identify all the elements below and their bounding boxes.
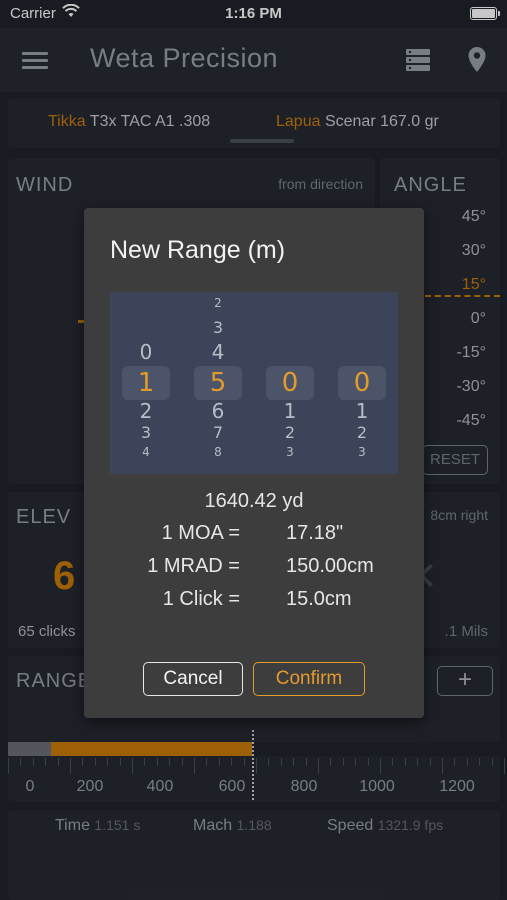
picker-digit-selected[interactable]: 0	[338, 368, 386, 398]
picker-digit[interactable]: 1	[266, 399, 314, 423]
range-yards: 1640.42 yd	[204, 490, 304, 512]
dialog-title: New Range (m)	[110, 236, 286, 264]
picker-digit[interactable]: 0	[122, 340, 170, 364]
cancel-button[interactable]: Cancel	[143, 662, 243, 696]
picker-digit-selected[interactable]: 1	[122, 368, 170, 398]
picker-digit[interactable]: 2	[122, 399, 170, 423]
picker-digit[interactable]: 2	[338, 423, 386, 442]
picker-digit[interactable]: 3	[338, 445, 386, 459]
picker-digit-selected[interactable]: 0	[266, 368, 314, 398]
new-range-dialog: New Range (m) 01234234567801230123 1640.…	[84, 208, 424, 718]
picker-digit[interactable]: 3	[266, 445, 314, 459]
picker-column[interactable]: 0 123 4	[122, 292, 170, 474]
picker-digit[interactable]: 3	[122, 423, 170, 442]
picker-digit[interactable]: 6	[194, 399, 242, 423]
picker-digit[interactable]: 3	[194, 318, 242, 337]
picker-digit-selected[interactable]: 5	[194, 368, 242, 398]
picker-digit[interactable]: 2	[266, 423, 314, 442]
picker-column[interactable]: 2 3 4 567 8	[194, 292, 242, 474]
range-digit-picker[interactable]: 01234234567801230123	[110, 292, 398, 474]
picker-digit[interactable]: 7	[194, 423, 242, 442]
picker-digit[interactable]: 1	[338, 399, 386, 423]
picker-digit[interactable]: 8	[194, 445, 242, 459]
picker-digit[interactable]: 4	[122, 445, 170, 459]
picker-column[interactable]: 012 3	[266, 292, 314, 474]
confirm-button[interactable]: Confirm	[253, 662, 365, 696]
picker-digit[interactable]: 4	[194, 340, 242, 364]
picker-column[interactable]: 012 3	[338, 292, 386, 474]
picker-digit[interactable]: 2	[194, 296, 242, 310]
